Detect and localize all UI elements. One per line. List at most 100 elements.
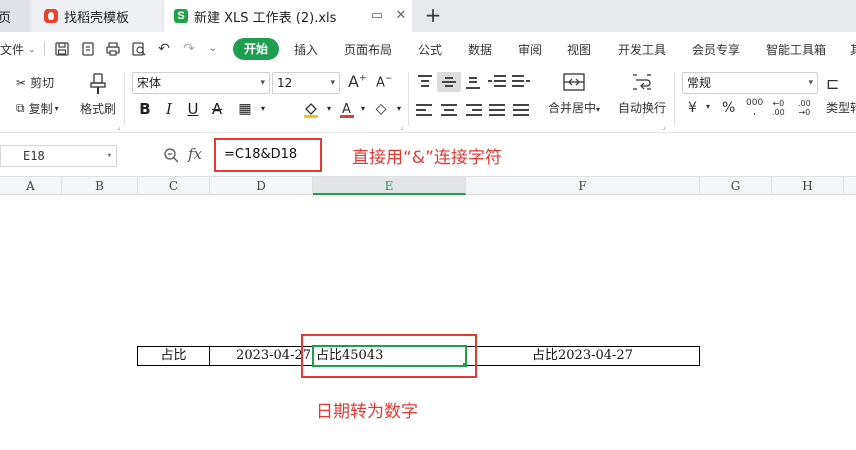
menu-data[interactable]: 数据 <box>468 41 492 58</box>
copy-button[interactable]: ⧉ 复制 ▾ <box>16 100 59 117</box>
font-size-select[interactable]: 12 ▾ <box>272 72 340 94</box>
chevron-down-icon: ▾ <box>260 78 265 88</box>
name-box-value: E18 <box>23 149 45 163</box>
currency-icon[interactable]: ¥ <box>688 100 697 116</box>
italic-icon[interactable]: I <box>160 100 178 118</box>
column-header-a[interactable]: A <box>0 177 62 195</box>
chevron-down-icon: ⌄ <box>28 44 36 55</box>
increase-font-icon[interactable]: A+ <box>348 72 367 91</box>
strikethrough-icon[interactable]: A <box>208 100 226 118</box>
zoom-search-icon[interactable] <box>163 147 179 163</box>
align-bottom-icon[interactable] <box>464 75 482 89</box>
decrease-decimal-icon[interactable]: .00 →0 <box>798 99 811 117</box>
increase-decimal-icon[interactable]: ←0.00 <box>772 99 785 117</box>
number-format-select[interactable]: 常规 ▾ <box>682 72 818 94</box>
align-center-icon[interactable] <box>440 104 458 118</box>
cell-d18[interactable]: 2023-04-27 <box>210 346 313 366</box>
percent-icon[interactable]: % <box>722 100 735 116</box>
print-preview-icon[interactable] <box>131 41 147 57</box>
ribbon-home: ✂ 剪切 ⧉ 复制 ▾ 格式刷 宋体 ▾ 12 ▾ A+ A− B I U A <box>0 66 856 132</box>
undo-icon[interactable]: ↶ <box>156 41 172 57</box>
wrap-text-label: 自动换行 <box>618 101 667 115</box>
column-header-e[interactable]: E <box>313 177 466 195</box>
wrap-text-button[interactable]: 自动换行 <box>618 72 666 116</box>
menu-view[interactable]: 视图 <box>567 41 591 58</box>
scissors-icon: ✂ <box>16 75 27 90</box>
chevron-down-icon[interactable]: ▾ <box>320 100 338 118</box>
column-header-b[interactable]: B <box>62 177 138 195</box>
merge-cells-icon <box>562 72 586 95</box>
menu-formulas[interactable]: 公式 <box>418 41 442 58</box>
file-menu[interactable]: 文件 ⌄ <box>0 41 36 58</box>
type-convert-label: 类型转 <box>826 101 856 115</box>
menu-more[interactable]: 其 <box>850 41 856 58</box>
cut-label: 剪切 <box>30 76 55 90</box>
tab-docer-templates[interactable]: 找稻壳模板 <box>32 0 162 32</box>
tab-workbook[interactable]: S 新建 XLS 工作表 (2).xls ▭ ✕ <box>164 0 412 32</box>
increase-indent-icon[interactable] <box>512 75 530 89</box>
underline-icon[interactable]: U <box>184 100 202 118</box>
menu-developer[interactable]: 开发工具 <box>618 41 666 58</box>
font-size-value: 12 <box>277 76 293 90</box>
font-name-select[interactable]: 宋体 ▾ <box>132 72 270 94</box>
thousands-separator-icon[interactable]: 000, <box>746 99 763 117</box>
result-annotation: 日期转为数字 <box>316 402 418 422</box>
fill-color-icon[interactable] <box>302 100 320 118</box>
menu-page-layout[interactable]: 页面布局 <box>344 41 392 58</box>
column-header-c[interactable]: C <box>138 177 210 195</box>
align-right-icon[interactable] <box>464 104 482 118</box>
align-top-icon[interactable] <box>416 75 434 89</box>
type-convert-button[interactable]: ⊏ 类型转 <box>826 74 856 116</box>
tab-workbook-label: 新建 XLS 工作表 (2).xls <box>194 10 337 26</box>
function-icon[interactable]: fx <box>188 145 202 163</box>
merge-center-button[interactable]: 合并居中▾ <box>548 72 600 116</box>
export-pdf-icon[interactable] <box>80 41 96 57</box>
redo-icon[interactable]: ↷ <box>181 41 197 57</box>
menu-review[interactable]: 审阅 <box>518 41 542 58</box>
clipboard-launcher-icon[interactable]: ⌟ <box>117 122 121 131</box>
decrease-font-icon[interactable]: A− <box>376 74 392 90</box>
cell-f18[interactable]: 占比2023-04-27 <box>466 346 700 366</box>
clear-format-icon[interactable]: ◇ <box>372 100 390 118</box>
name-box[interactable]: E18 ▾ <box>0 145 117 167</box>
chevron-down-icon[interactable]: ▾ <box>254 100 272 118</box>
column-header-g[interactable]: G <box>700 177 772 195</box>
close-tab-icon[interactable]: ✕ <box>394 9 408 23</box>
font-launcher-icon[interactable]: ⌟ <box>400 122 404 131</box>
alignment-launcher-icon[interactable]: ⌟ <box>662 122 666 131</box>
cut-button[interactable]: ✂ 剪切 <box>16 74 54 91</box>
bold-icon[interactable]: B <box>136 100 154 118</box>
justify-icon[interactable] <box>488 104 506 118</box>
tab-home[interactable]: 页 <box>0 0 30 32</box>
format-painter-button[interactable]: 格式刷 <box>80 72 116 117</box>
divider <box>674 72 675 126</box>
decrease-indent-icon[interactable] <box>488 75 506 89</box>
float-window-icon[interactable]: ▭ <box>370 9 384 23</box>
align-left-icon[interactable] <box>416 104 434 118</box>
menu-start[interactable]: 开始 <box>233 38 279 60</box>
border-icon[interactable]: ▦ <box>236 100 254 118</box>
save-icon[interactable] <box>54 41 70 57</box>
print-icon[interactable] <box>105 41 121 57</box>
column-header-d[interactable]: D <box>210 177 313 195</box>
tab-bar: 页 找稻壳模板 S 新建 XLS 工作表 (2).xls ▭ ✕ + <box>0 0 856 32</box>
menu-insert[interactable]: 插入 <box>294 41 318 58</box>
chevron-down-icon[interactable]: ▾ <box>390 100 408 118</box>
menu-member[interactable]: 会员专享 <box>692 41 740 58</box>
chevron-down-icon: ▾ <box>54 104 59 113</box>
menu-smart-toolbox[interactable]: 智能工具箱 <box>766 41 826 58</box>
chevron-down-icon[interactable]: ▾ <box>706 102 710 111</box>
chevron-down-icon[interactable]: ▾ <box>354 100 372 118</box>
chevron-down-icon: ▾ <box>106 151 112 161</box>
cell-c18[interactable]: 占比 <box>137 346 210 366</box>
tab-home-label: 页 <box>0 10 12 26</box>
spreadsheet-icon: S <box>174 9 188 23</box>
distributed-align-icon[interactable] <box>512 104 530 118</box>
chevron-down-icon[interactable]: ⌄ <box>205 41 221 57</box>
file-menu-label: 文件 <box>0 43 25 57</box>
chevron-down-icon: ▾ <box>330 78 335 88</box>
column-header-h[interactable]: H <box>772 177 844 195</box>
column-header-f[interactable]: F <box>466 177 700 195</box>
new-tab-button[interactable]: + <box>422 4 444 26</box>
align-middle-icon[interactable] <box>440 75 458 89</box>
